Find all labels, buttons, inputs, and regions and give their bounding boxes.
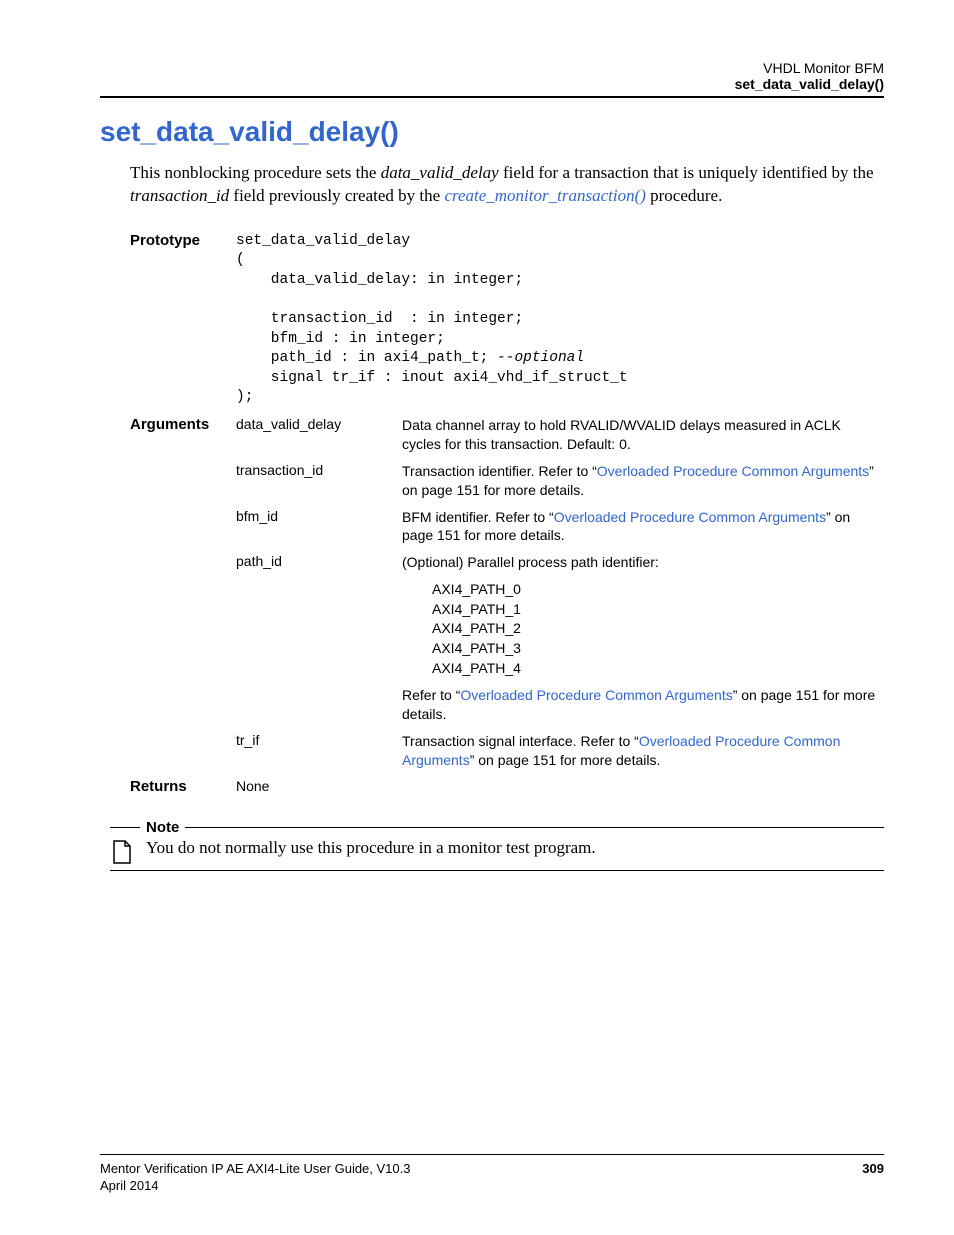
note-header: Note [110, 819, 884, 836]
path-item: AXI4_PATH_0 [432, 580, 878, 600]
code-line: set_data_valid_delay [236, 233, 410, 249]
note-text: You do not normally use this procedure i… [146, 838, 596, 858]
intro-field2: transaction_id [130, 186, 229, 205]
page-footer: Mentor Verification IP AE AXI4-Lite User… [100, 1154, 884, 1195]
header-section: set_data_valid_delay() [100, 76, 884, 92]
path-item: AXI4_PATH_2 [432, 619, 878, 639]
path-item: AXI4_PATH_4 [432, 659, 878, 679]
note-label: Note [140, 819, 185, 836]
argument-row: path_id (Optional) Parallel process path… [130, 549, 884, 728]
prototype-label: Prototype [130, 228, 236, 412]
argument-name: path_id [236, 549, 402, 728]
header-chapter: VHDL Monitor BFM [100, 60, 884, 76]
definition-table: Prototype set_data_valid_delay ( data_va… [130, 228, 884, 799]
page-header: VHDL Monitor BFM set_data_valid_delay() [100, 60, 884, 98]
argument-name: bfm_id [236, 504, 402, 550]
note-body: You do not normally use this procedure i… [110, 836, 884, 871]
overloaded-procedure-link[interactable]: Overloaded Procedure Common Arguments [554, 509, 826, 525]
page: VHDL Monitor BFM set_data_valid_delay() … [0, 0, 954, 1235]
overloaded-procedure-link[interactable]: Overloaded Procedure Common Arguments [460, 687, 732, 703]
code-comment: --optional [497, 350, 584, 366]
footer-doc-title: Mentor Verification IP AE AXI4-Lite User… [100, 1161, 410, 1176]
argument-text: Transaction signal interface. Refer to “ [402, 733, 639, 749]
argument-description: Transaction identifier. Refer to “Overlo… [402, 458, 884, 504]
footer-page-number: 309 [862, 1161, 884, 1195]
argument-description: Data channel array to hold RVALID/WVALID… [402, 412, 884, 458]
argument-text: Transaction identifier. Refer to “ [402, 463, 597, 479]
code-line: path_id : in axi4_path_t; [236, 350, 497, 366]
returns-value: None [236, 774, 402, 799]
create-monitor-transaction-link[interactable]: create_monitor_transaction() [444, 186, 645, 205]
code-line: bfm_id : in integer; [236, 331, 445, 347]
argument-description: (Optional) Parallel process path identif… [402, 549, 884, 728]
intro-text: field for a transaction that is uniquely… [499, 163, 874, 182]
intro-text: field previously created by the [229, 186, 444, 205]
code-line: signal tr_if : inout axi4_vhd_if_struct_… [236, 370, 628, 386]
footer-left: Mentor Verification IP AE AXI4-Lite User… [100, 1161, 410, 1195]
returns-row: Returns None [130, 774, 884, 799]
argument-name: transaction_id [236, 458, 402, 504]
note-block: Note You do not normally use this proced… [110, 819, 884, 871]
prototype-code: set_data_valid_delay ( data_valid_delay:… [236, 232, 878, 408]
argument-description: BFM identifier. Refer to “Overloaded Pro… [402, 504, 884, 550]
prototype-row: Prototype set_data_valid_delay ( data_va… [130, 228, 884, 412]
argument-text: Refer to “ [402, 687, 460, 703]
argument-text: (Optional) Parallel process path identif… [402, 553, 878, 572]
argument-row: transaction_id Transaction identifier. R… [130, 458, 884, 504]
argument-name: tr_if [236, 728, 402, 774]
intro-text: This nonblocking procedure sets the [130, 163, 381, 182]
overloaded-procedure-link[interactable]: Overloaded Procedure Common Arguments [597, 463, 869, 479]
intro-paragraph: This nonblocking procedure sets the data… [130, 162, 884, 208]
argument-row: tr_if Transaction signal interface. Refe… [130, 728, 884, 774]
returns-label: Returns [130, 774, 236, 799]
argument-text: Refer to “Overloaded Procedure Common Ar… [402, 686, 878, 724]
intro-field1: data_valid_delay [381, 163, 499, 182]
code-line: ); [236, 389, 253, 405]
page-title: set_data_valid_delay() [100, 116, 884, 148]
argument-text: BFM identifier. Refer to “ [402, 509, 554, 525]
argument-name: data_valid_delay [236, 412, 402, 458]
argument-row: bfm_id BFM identifier. Refer to “Overloa… [130, 504, 884, 550]
path-item: AXI4_PATH_3 [432, 639, 878, 659]
path-item: AXI4_PATH_1 [432, 600, 878, 620]
footer-date: April 2014 [100, 1178, 159, 1193]
argument-description: Transaction signal interface. Refer to “… [402, 728, 884, 774]
document-icon [112, 840, 134, 866]
argument-text: ” on page 151 for more details. [470, 752, 661, 768]
code-line: ( [236, 252, 245, 268]
code-line: data_valid_delay: in integer; [236, 272, 523, 288]
argument-row: Arguments data_valid_delay Data channel … [130, 412, 884, 458]
note-rule [110, 827, 140, 828]
arguments-label: Arguments [130, 412, 236, 458]
path-list: AXI4_PATH_0 AXI4_PATH_1 AXI4_PATH_2 AXI4… [432, 580, 878, 678]
note-rule [185, 827, 884, 828]
intro-text: procedure. [646, 186, 722, 205]
code-line: transaction_id : in integer; [236, 311, 523, 327]
